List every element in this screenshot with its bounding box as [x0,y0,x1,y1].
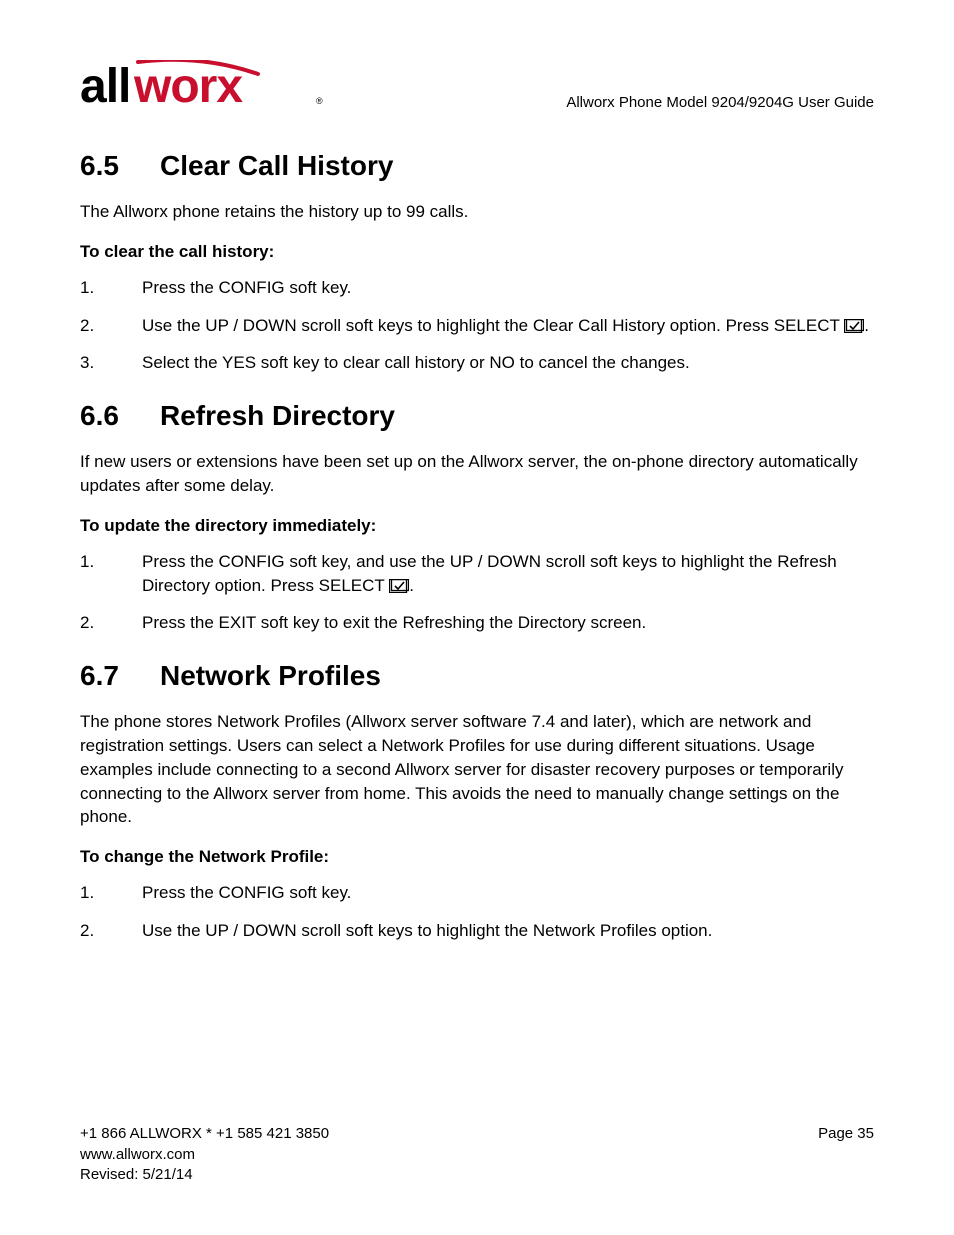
allworx-logo-icon: all worx ® [80,60,325,115]
select-check-icon [389,579,409,593]
step-item: Press the CONFIG soft key. [80,276,874,300]
step-text-tail: . [864,316,869,335]
footer-url: www.allworx.com [80,1145,874,1165]
footer-phone: +1 866 ALLWORX * +1 585 421 3850 [80,1124,329,1144]
page-header: all worx ® Allworx Phone Model 9204/9204… [80,60,874,115]
section-number: 6.7 [80,660,160,692]
step-text: Use the UP / DOWN scroll soft keys to hi… [142,316,844,335]
intro-text: The phone stores Network Profiles (Allwo… [80,710,874,829]
svg-text:worx: worx [133,60,243,113]
section-number: 6.5 [80,150,160,182]
step-item: Use the UP / DOWN scroll soft keys to hi… [80,919,874,943]
step-item: Press the CONFIG soft key, and use the U… [80,550,874,598]
section-heading-6-5: 6.5Clear Call History [80,150,874,182]
svg-text:®: ® [316,96,323,106]
section-heading-6-7: 6.7Network Profiles [80,660,874,692]
section-title: Clear Call History [160,150,393,181]
step-item: Select the YES soft key to clear call hi… [80,351,874,375]
doc-title: Allworx Phone Model 9204/9204G User Guid… [566,94,874,115]
intro-text: The Allworx phone retains the history up… [80,200,874,224]
step-item: Press the EXIT soft key to exit the Refr… [80,611,874,635]
step-item: Use the UP / DOWN scroll soft keys to hi… [80,314,874,338]
step-text: Press the CONFIG soft key, and use the U… [142,552,837,595]
select-check-icon [844,319,864,333]
intro-text: If new users or extensions have been set… [80,450,874,498]
procedure-steps: Press the CONFIG soft key. Use the UP / … [80,276,874,375]
page-footer: +1 866 ALLWORX * +1 585 421 3850 Page 35… [80,1124,874,1185]
procedure-lead: To update the directory immediately: [80,516,874,536]
procedure-lead: To clear the call history: [80,242,874,262]
svg-text:all: all [80,60,130,113]
footer-revised: Revised: 5/21/14 [80,1165,874,1185]
procedure-steps: Press the CONFIG soft key. Use the UP / … [80,881,874,943]
procedure-steps: Press the CONFIG soft key, and use the U… [80,550,874,635]
section-title: Refresh Directory [160,400,395,431]
section-heading-6-6: 6.6Refresh Directory [80,400,874,432]
procedure-lead: To change the Network Profile: [80,847,874,867]
section-number: 6.6 [80,400,160,432]
logo: all worx ® [80,60,325,115]
document-page: all worx ® Allworx Phone Model 9204/9204… [0,0,954,1235]
step-text-tail: . [409,576,414,595]
footer-page-number: Page 35 [818,1124,874,1144]
section-title: Network Profiles [160,660,381,691]
step-item: Press the CONFIG soft key. [80,881,874,905]
